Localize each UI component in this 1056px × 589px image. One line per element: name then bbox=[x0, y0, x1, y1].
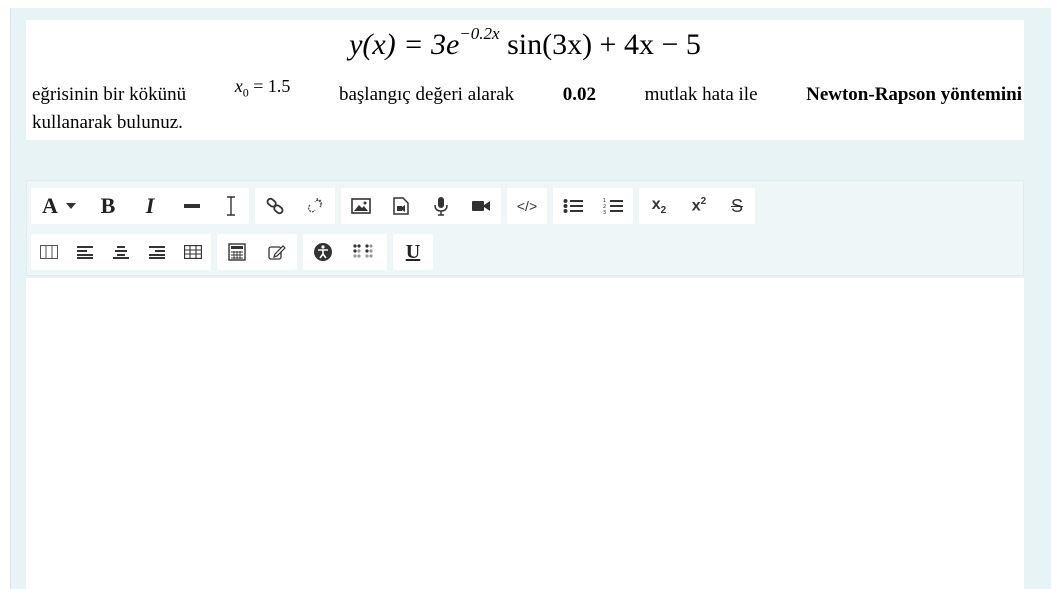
svg-text:3: 3 bbox=[603, 210, 606, 215]
unlink-icon bbox=[307, 197, 323, 213]
align-left-icon bbox=[77, 246, 93, 259]
italic-button[interactable]: I bbox=[129, 188, 171, 224]
question-line-2: kullanarak bulunuz. bbox=[32, 112, 183, 133]
code-icon: </> bbox=[516, 198, 538, 214]
align-center-button[interactable] bbox=[103, 234, 139, 270]
question-text-part2: başlangıç değeri alarak bbox=[338, 84, 515, 105]
superscript-icon: x2 bbox=[691, 196, 707, 215]
record-audio-button[interactable] bbox=[421, 188, 461, 224]
image-button[interactable] bbox=[341, 188, 381, 224]
question-text-part1: eğrisinin bir kökünü bbox=[32, 84, 187, 105]
toolbar-group-underline: U bbox=[393, 234, 433, 270]
horizontal-rule-button[interactable] bbox=[171, 188, 213, 224]
columns-button[interactable] bbox=[31, 234, 67, 270]
align-right-button[interactable] bbox=[139, 234, 175, 270]
underline-button[interactable]: U bbox=[393, 234, 433, 270]
question-text-box: y(x) = 3e−0.2x sin(3x) + 4x − 5 eğrisini… bbox=[26, 20, 1024, 140]
formula-lhs: y(x) = 3e bbox=[349, 28, 460, 61]
initial-value: x0 = 1.5 bbox=[235, 76, 291, 101]
font-color-button[interactable]: A bbox=[31, 188, 87, 224]
record-video-button[interactable] bbox=[461, 188, 501, 224]
answer-editor[interactable] bbox=[26, 278, 1024, 589]
align-left-button[interactable] bbox=[67, 234, 103, 270]
chevron-down-icon bbox=[65, 203, 76, 209]
toolbar-group-lists: 123 bbox=[553, 188, 633, 224]
record-video-icon bbox=[472, 201, 490, 211]
toolbar-group-access bbox=[303, 234, 387, 270]
media-button[interactable] bbox=[381, 188, 421, 224]
subscript-button[interactable]: x2 bbox=[639, 188, 679, 224]
superscript-button[interactable]: x2 bbox=[679, 188, 719, 224]
formula-exponent: −0.2x bbox=[459, 24, 500, 43]
clear-formatting-icon bbox=[227, 196, 235, 216]
bold-icon: B bbox=[100, 193, 116, 218]
toolbar-row-1: A B I </> 1 2 3 x2 x2 S bbox=[31, 187, 761, 225]
accessibility-button[interactable] bbox=[303, 234, 343, 270]
question-text-part3: mutlak hata ile bbox=[644, 84, 758, 105]
toolbar-row-2: U bbox=[31, 233, 439, 271]
table-icon bbox=[184, 245, 202, 259]
toolbar-group-tools bbox=[217, 234, 297, 270]
formula: y(x) = 3e−0.2x sin(3x) + 4x − 5 bbox=[26, 24, 1024, 62]
bold-button[interactable]: B bbox=[87, 188, 129, 224]
question-line-1: eğrisinin bir kökünü x0 = 1.5 başlangıç … bbox=[32, 76, 1022, 109]
x0-value: = 1.5 bbox=[248, 76, 291, 96]
toolbar-group-style: A B I bbox=[31, 188, 249, 224]
bullet-list-button[interactable] bbox=[553, 188, 593, 224]
calculator-icon bbox=[228, 243, 246, 261]
subscript-icon: x2 bbox=[651, 195, 667, 217]
toolbar-group-align bbox=[31, 234, 211, 270]
strikethrough-button[interactable]: S bbox=[719, 188, 755, 224]
italic-icon: I bbox=[145, 193, 155, 218]
formula-rhs: sin(3x) + 4x − 5 bbox=[499, 28, 701, 61]
table-button[interactable] bbox=[175, 234, 211, 270]
numbered-list-button[interactable]: 123 bbox=[593, 188, 633, 224]
media-icon bbox=[393, 197, 409, 215]
bullet-list-icon bbox=[563, 199, 583, 213]
accessibility-icon bbox=[314, 243, 332, 261]
code-button[interactable]: </> bbox=[507, 188, 547, 224]
calculator-button[interactable] bbox=[217, 234, 257, 270]
toolbar-group-links bbox=[255, 188, 335, 224]
record-audio-icon bbox=[434, 197, 448, 216]
strikethrough-icon: S bbox=[730, 195, 743, 216]
edit-icon bbox=[268, 245, 286, 260]
align-center-icon bbox=[113, 246, 129, 259]
x0-variable: x bbox=[234, 76, 243, 96]
numbered-list-icon: 123 bbox=[603, 198, 623, 215]
image-icon bbox=[351, 198, 371, 214]
editor-toolbar: A B I </> 1 2 3 x2 x2 S U bbox=[26, 180, 1024, 276]
error-value: 0.02 bbox=[562, 84, 596, 105]
braille-icon bbox=[353, 244, 373, 258]
font-color-icon: A bbox=[42, 193, 58, 218]
unlink-button[interactable] bbox=[295, 188, 335, 224]
horizontal-rule-icon bbox=[184, 204, 200, 208]
toolbar-group-media bbox=[341, 188, 501, 224]
link-button[interactable] bbox=[255, 188, 295, 224]
edit-button[interactable] bbox=[257, 234, 297, 270]
clear-formatting-button[interactable] bbox=[213, 188, 249, 224]
columns-icon bbox=[40, 245, 58, 259]
toolbar-group-code: </> bbox=[507, 188, 547, 224]
page: y(x) = 3e−0.2x sin(3x) + 4x − 5 eğrisini… bbox=[0, 0, 1056, 589]
link-icon bbox=[266, 197, 284, 215]
align-right-icon bbox=[149, 246, 165, 259]
method-name: Newton-Rapson yöntemini bbox=[806, 84, 1022, 105]
underline-icon: U bbox=[405, 240, 421, 263]
toolbar-group-script: x2 x2 S bbox=[639, 188, 755, 224]
braille-button[interactable] bbox=[343, 234, 387, 270]
